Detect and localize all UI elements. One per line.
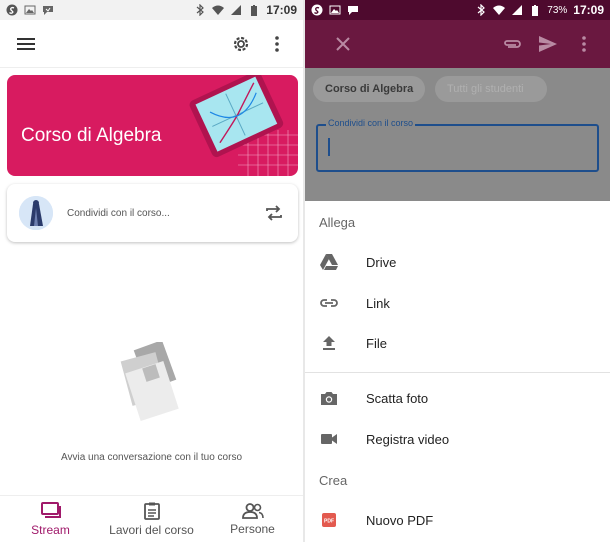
svg-text:PDF: PDF [324, 519, 334, 525]
students-chip[interactable]: Tutti gli studenti [435, 76, 547, 102]
overflow-menu-button[interactable] [572, 32, 596, 56]
link-icon [320, 299, 338, 307]
status-bar: 17:09 [0, 0, 303, 20]
new-pdf-item[interactable]: PDF Nuovo PDF [305, 500, 610, 540]
gear-icon [233, 36, 249, 51]
user-avatar-icon [19, 196, 53, 230]
image-notification-icon [329, 5, 341, 15]
status-time: 17:09 [266, 3, 297, 17]
compose-app-bar [305, 20, 610, 68]
attach-bottom-sheet: Allega Drive Link File Scatta foto Regis… [305, 201, 610, 542]
nav-stream[interactable]: Stream [0, 496, 101, 542]
nav-people[interactable]: Persone [202, 496, 303, 542]
close-icon [336, 37, 350, 51]
file-label: File [366, 335, 387, 351]
take-photo-item[interactable]: Scatta foto [305, 378, 610, 418]
record-video-label: Registra video [366, 431, 450, 447]
pdf-icon: PDF [322, 513, 336, 527]
bottom-navigation: Stream Lavori del corso Persone [0, 495, 303, 542]
nav-classwork[interactable]: Lavori del corso [101, 496, 202, 542]
signal-icon [512, 5, 523, 15]
attach-file-item[interactable]: File [305, 323, 610, 363]
share-field-label: Condividi con il corso [326, 118, 416, 128]
send-button[interactable] [536, 32, 560, 56]
app-s-icon [6, 4, 18, 16]
status-time: 17:09 [573, 3, 604, 17]
course-banner[interactable]: Corso di Algebra [7, 75, 298, 176]
record-video-item[interactable]: Registra video [305, 419, 610, 459]
battery-percentage: 73% [547, 4, 568, 16]
screenshot-root: 17:09 Corso di Algebra Condividi con il … [0, 0, 610, 542]
nav-classwork-label: Lavori del corso [109, 522, 194, 537]
stream-icon [40, 501, 61, 518]
sheet-divider [305, 372, 610, 373]
upload-icon [323, 336, 335, 350]
take-photo-label: Scatta foto [366, 390, 429, 406]
course-title: Corso di Algebra [21, 125, 162, 146]
share-with-class-card[interactable]: Condividi con il corso... [7, 184, 298, 242]
tablet-graph-illustration [189, 75, 298, 176]
wifi-icon [493, 5, 506, 15]
battery-icon [532, 5, 539, 16]
text-cursor [328, 138, 330, 156]
image-notification-icon [24, 5, 36, 15]
empty-stream-illustration [120, 342, 179, 421]
dimmed-compose-area: Corso di Algebra Tutti gli studenti Cond… [305, 68, 610, 201]
bluetooth-icon [477, 4, 486, 16]
attach-section-title: Allega [319, 215, 356, 230]
more-vert-icon [582, 36, 586, 52]
repeat-icon [266, 205, 282, 221]
status-bar-right: 73% 17:09 [305, 0, 610, 20]
attach-button[interactable] [500, 32, 524, 56]
more-vert-icon [275, 35, 279, 52]
camera-icon [321, 391, 337, 405]
overflow-menu-button[interactable] [265, 32, 289, 56]
create-section-title: Crea [319, 473, 348, 488]
drive-label: Drive [366, 254, 397, 270]
chat-notification-icon [43, 6, 53, 15]
wifi-icon [212, 5, 225, 15]
repost-button[interactable] [262, 201, 286, 225]
people-icon [241, 502, 264, 519]
chat-notification-icon [348, 6, 358, 15]
avatar [19, 196, 53, 230]
new-pdf-label: Nuovo PDF [366, 512, 434, 528]
hamburger-menu-icon [17, 37, 35, 50]
compose-screen: 73% 17:09 Corso di Algebra Tutti gli stu… [305, 0, 610, 542]
course-chip[interactable]: Corso di Algebra [313, 76, 426, 102]
attach-drive-item[interactable]: Drive [305, 242, 610, 282]
paperclip-icon [504, 40, 521, 48]
empty-state-message: Avvia una conversazione con il tuo corso [60, 452, 243, 463]
stream-screen: 17:09 Corso di Algebra Condividi con il … [0, 0, 303, 542]
battery-icon [251, 5, 258, 16]
share-placeholder: Condividi con il corso... [67, 207, 170, 219]
menu-button[interactable] [14, 32, 38, 56]
nav-people-label: Persone [230, 521, 275, 536]
close-button[interactable] [331, 32, 355, 56]
share-text-field[interactable]: Condividi con il corso [316, 118, 599, 172]
send-icon [539, 36, 557, 52]
signal-icon [231, 5, 242, 15]
link-label: Link [366, 295, 390, 311]
drive-icon [320, 254, 338, 270]
videocam-icon [321, 434, 337, 444]
app-s-icon [311, 4, 323, 16]
settings-button[interactable] [229, 32, 253, 56]
nav-stream-label: Stream [31, 522, 70, 537]
bluetooth-icon [196, 4, 205, 16]
classwork-icon [143, 502, 160, 520]
top-app-bar [0, 20, 303, 68]
attach-link-item[interactable]: Link [305, 283, 610, 323]
